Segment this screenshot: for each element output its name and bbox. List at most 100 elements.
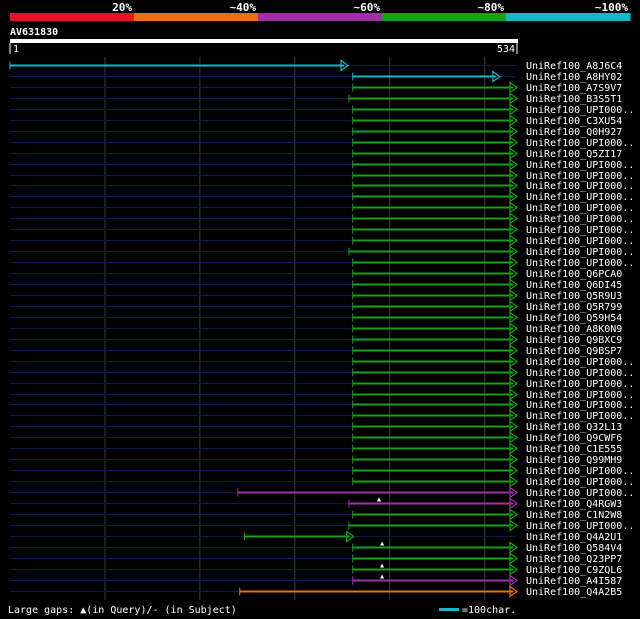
hit-row[interactable]: UniRef100_Q6DI45 — [10, 278, 622, 292]
hit-label[interactable]: UniRef100_UPI000.. — [526, 225, 634, 236]
hit-label[interactable]: UniRef100_C1E555 — [526, 444, 622, 455]
hit-row[interactable]: UniRef100_A8HY02 — [10, 70, 622, 84]
query-end-label: 534 — [497, 44, 515, 55]
hit-row[interactable]: UniRef100_Q32L13 — [10, 420, 622, 434]
hit-row[interactable]: UniRef100_Q4RGW3 — [10, 497, 622, 511]
hit-label[interactable]: UniRef100_UPI000.. — [526, 247, 634, 258]
hit-row[interactable]: UniRef100_Q5ZI17 — [10, 147, 622, 161]
hit-label[interactable]: UniRef100_Q4A2U1 — [526, 532, 622, 543]
hit-row[interactable]: UniRef100_UPI000.. — [10, 475, 634, 489]
hit-label[interactable]: UniRef100_UPI000.. — [526, 368, 634, 379]
hit-row[interactable]: UniRef100_UPI000.. — [10, 256, 634, 270]
hit-label[interactable]: UniRef100_Q5ZI17 — [526, 149, 622, 160]
hit-row[interactable]: UniRef100_Q6PCA0 — [10, 267, 622, 281]
hit-label[interactable]: UniRef100_UPI000.. — [526, 160, 634, 171]
hit-row[interactable]: UniRef100_B3S5T1 — [10, 92, 622, 106]
hit-row[interactable]: UniRef100_UPI000.. — [10, 366, 634, 380]
hit-label[interactable]: UniRef100_UPI000.. — [526, 521, 634, 532]
hit-label[interactable]: UniRef100_Q5R9U3 — [526, 291, 622, 302]
hit-row[interactable]: UniRef100_UPI000.. — [10, 398, 634, 412]
hit-row[interactable]: UniRef100_Q5R9U3 — [10, 289, 622, 303]
hit-row[interactable]: UniRef100_Q0H927 — [10, 125, 622, 139]
hit-row[interactable]: UniRef100_UPI000.. — [10, 190, 634, 204]
hit-label[interactable]: UniRef100_UPI000.. — [526, 105, 634, 116]
hit-row[interactable]: UniRef100_UPI000.. — [10, 486, 634, 500]
hit-row[interactable]: UniRef100_UPI000.. — [10, 355, 634, 369]
hit-label[interactable]: UniRef100_UPI000.. — [526, 466, 634, 477]
hit-row[interactable]: UniRef100_UPI000.. — [10, 245, 634, 259]
hit-row[interactable]: UniRef100_C3XU54 — [10, 114, 622, 128]
hit-row[interactable]: UniRef100_Q4A2U1 — [10, 530, 622, 544]
hit-label[interactable]: UniRef100_Q59H54 — [526, 313, 622, 324]
hit-label[interactable]: UniRef100_UPI000.. — [526, 192, 634, 203]
hit-label[interactable]: UniRef100_C3XU54 — [526, 116, 622, 127]
hit-row[interactable]: UniRef100_UPI000.. — [10, 158, 634, 172]
hit-row[interactable]: UniRef100_A7S9V7 — [10, 81, 622, 95]
hit-row[interactable]: UniRef100_C1N2W8 — [10, 508, 622, 522]
hit-label[interactable]: UniRef100_UPI000.. — [526, 477, 634, 488]
hit-row[interactable]: UniRef100_Q4A2B5 — [10, 585, 622, 599]
hit-label[interactable]: UniRef100_Q6PCA0 — [526, 269, 622, 280]
hit-label[interactable]: UniRef100_UPI000.. — [526, 236, 634, 247]
hit-row[interactable]: UniRef100_Q99MH9 — [10, 453, 622, 467]
hit-label[interactable]: UniRef100_A8J6C4 — [526, 61, 622, 72]
hit-row[interactable]: UniRef100_UPI000.. — [10, 409, 634, 423]
hit-row[interactable]: UniRef100_Q584V4 — [10, 541, 622, 555]
hit-label[interactable]: UniRef100_UPI000.. — [526, 379, 634, 390]
hit-label[interactable]: UniRef100_UPI000.. — [526, 488, 634, 499]
hit-label[interactable]: UniRef100_Q9CWF6 — [526, 433, 622, 444]
hit-label[interactable]: UniRef100_C1N2W8 — [526, 510, 622, 521]
hit-row[interactable]: UniRef100_A4I587 — [10, 574, 622, 588]
hit-row[interactable]: UniRef100_Q9BSP7 — [10, 344, 622, 358]
hit-label[interactable]: UniRef100_Q9BXC9 — [526, 335, 622, 346]
scale-text: =100char. — [462, 605, 516, 616]
hit-label[interactable]: UniRef100_UPI000.. — [526, 214, 634, 225]
hit-row[interactable]: UniRef100_UPI000.. — [10, 103, 634, 117]
hit-row[interactable]: UniRef100_Q9CWF6 — [10, 431, 622, 445]
hit-label[interactable]: UniRef100_Q23PP7 — [526, 554, 622, 565]
hit-row[interactable]: UniRef100_UPI000.. — [10, 223, 634, 237]
hit-row[interactable]: UniRef100_C9ZQL6 — [10, 563, 622, 577]
hit-row[interactable]: UniRef100_Q5R799 — [10, 300, 622, 314]
query-gap-icon — [380, 574, 385, 579]
query-start-label: 1 — [13, 44, 19, 55]
hit-row[interactable]: UniRef100_UPI000.. — [10, 519, 634, 533]
hit-row[interactable]: UniRef100_Q9BXC9 — [10, 333, 622, 347]
hit-label[interactable]: UniRef100_Q0H927 — [526, 127, 622, 138]
hit-row[interactable]: UniRef100_UPI000.. — [10, 201, 634, 215]
hit-row[interactable]: UniRef100_UPI000.. — [10, 464, 634, 478]
legend-label-5: ~100% — [595, 1, 628, 14]
hit-row[interactable]: UniRef100_A8K0N9 — [10, 322, 622, 336]
hit-row[interactable]: UniRef100_Q59H54 — [10, 311, 622, 325]
hit-label[interactable]: UniRef100_UPI000.. — [526, 357, 634, 368]
hit-row[interactable]: UniRef100_UPI000.. — [10, 377, 634, 391]
hit-label[interactable]: UniRef100_A7S9V7 — [526, 83, 622, 94]
hit-label[interactable]: UniRef100_UPI000.. — [526, 258, 634, 269]
hit-row[interactable]: UniRef100_Q23PP7 — [10, 552, 622, 566]
hit-label[interactable]: UniRef100_Q584V4 — [526, 543, 622, 554]
hit-label[interactable]: UniRef100_UPI000.. — [526, 138, 634, 149]
hit-label[interactable]: UniRef100_UPI000.. — [526, 203, 634, 214]
hit-label[interactable]: UniRef100_A8HY02 — [526, 72, 622, 83]
hit-label[interactable]: UniRef100_UPI000.. — [526, 400, 634, 411]
hit-label[interactable]: UniRef100_Q4A2B5 — [526, 587, 622, 598]
hit-label[interactable]: UniRef100_UPI000.. — [526, 181, 634, 192]
hit-label[interactable]: UniRef100_A8K0N9 — [526, 324, 622, 335]
hit-row[interactable]: UniRef100_UPI000.. — [10, 212, 634, 226]
hit-row[interactable]: UniRef100_C1E555 — [10, 442, 622, 456]
hit-label[interactable]: UniRef100_Q32L13 — [526, 422, 622, 433]
hit-row[interactable]: UniRef100_UPI000.. — [10, 234, 634, 248]
hit-row[interactable]: UniRef100_A8J6C4 — [9, 59, 622, 73]
hit-label[interactable]: UniRef100_UPI000.. — [526, 411, 634, 422]
hit-label[interactable]: UniRef100_Q6DI45 — [526, 280, 622, 291]
hit-label[interactable]: UniRef100_Q4RGW3 — [526, 499, 622, 510]
hit-label[interactable]: UniRef100_C9ZQL6 — [526, 565, 622, 576]
hit-label[interactable]: UniRef100_A4I587 — [526, 576, 622, 587]
hit-label[interactable]: UniRef100_Q5R799 — [526, 302, 622, 313]
query-bar — [10, 39, 518, 43]
hit-label[interactable]: UniRef100_B3S5T1 — [526, 94, 622, 105]
hit-label[interactable]: UniRef100_Q9BSP7 — [526, 346, 622, 357]
hit-row[interactable]: UniRef100_UPI000.. — [10, 179, 634, 193]
hit-row[interactable]: UniRef100_UPI000.. — [10, 136, 634, 150]
hit-label[interactable]: UniRef100_Q99MH9 — [526, 455, 622, 466]
